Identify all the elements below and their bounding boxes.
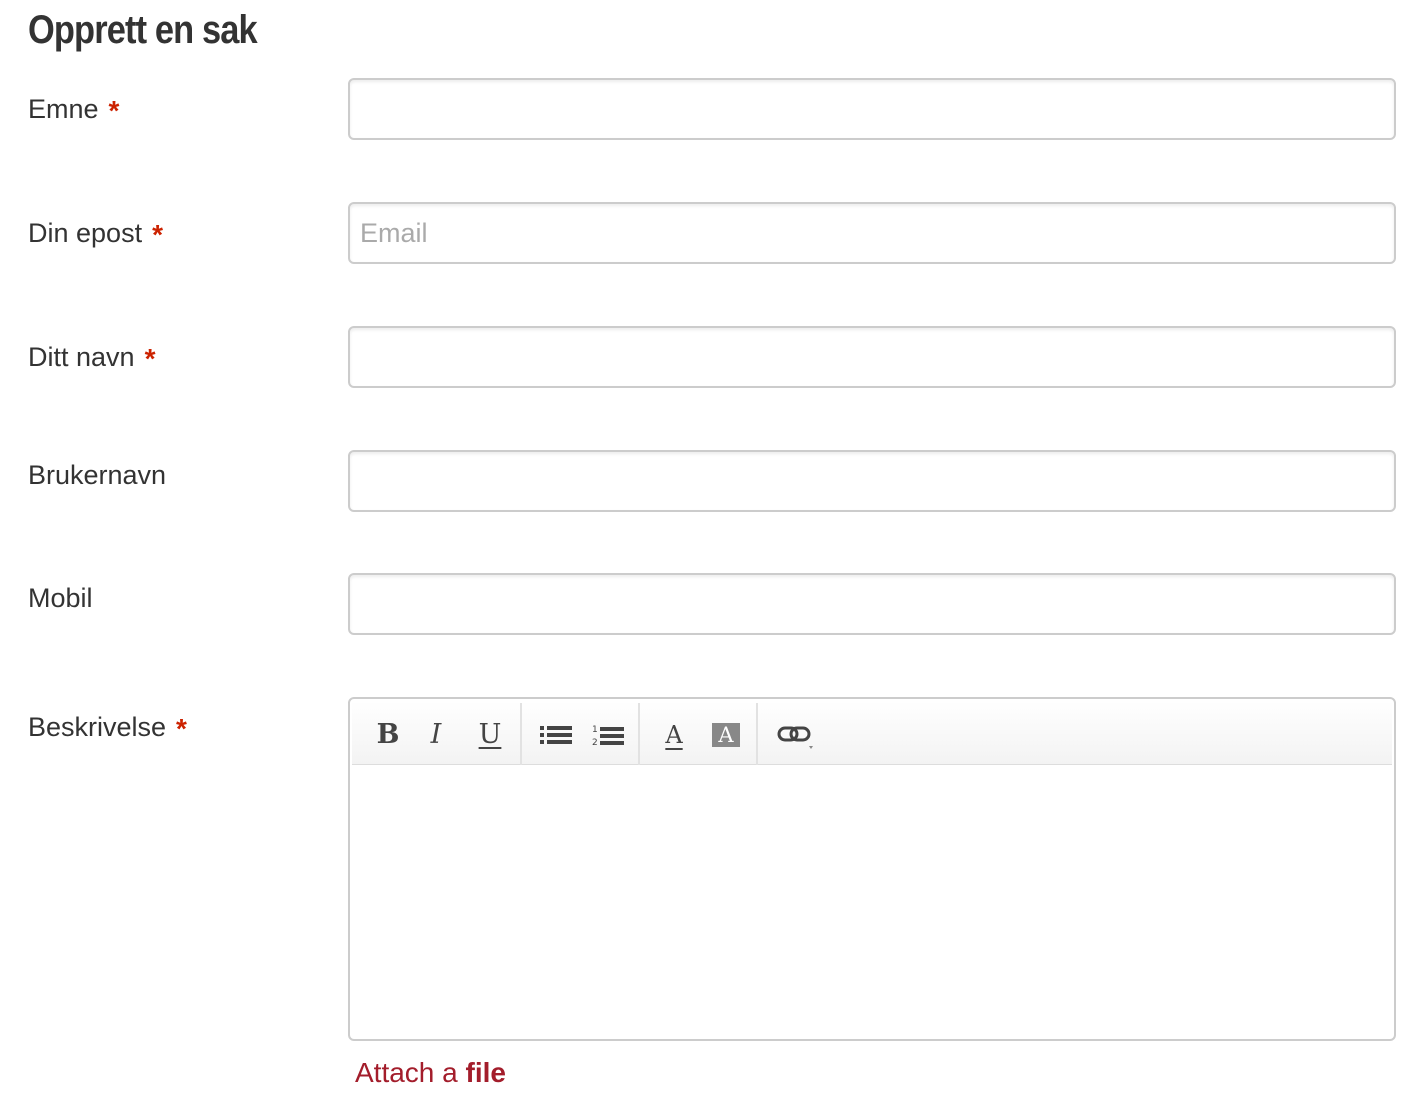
toolbar-separator [756, 703, 758, 765]
bold-icon: B [376, 719, 400, 750]
chevron-down-icon [809, 746, 813, 749]
attach-file-link[interactable]: Attach a file [355, 1055, 506, 1091]
emne-label-text: Emne [28, 94, 99, 124]
bullet-list-icon [540, 726, 572, 744]
emne-label: Emne * [28, 92, 119, 126]
beskrivelse-label-text: Beskrivelse [28, 712, 167, 742]
toolbar-separator [638, 703, 640, 765]
required-marker: * [144, 343, 156, 374]
navn-label: Ditt navn * [28, 340, 155, 374]
text-color-button[interactable]: A [654, 715, 694, 755]
mobile-input[interactable] [348, 573, 1396, 635]
create-case-page: Opprett en sak Emne * Din epost * Ditt nav… [0, 0, 1422, 1120]
attach-prefix: Attach a [355, 1057, 458, 1088]
highlight-color-icon: A [712, 723, 740, 747]
toolbar-separator [520, 703, 522, 765]
attach-emphasis: file [465, 1057, 506, 1088]
description-editor: B I U 1 2 A A [348, 697, 1396, 1041]
epost-label: Din epost * [28, 216, 163, 250]
required-marker: * [152, 219, 163, 250]
required-marker: * [108, 95, 120, 126]
link-button[interactable] [772, 715, 820, 755]
required-marker: * [176, 713, 187, 744]
navn-label-text: Ditt navn [28, 342, 135, 372]
epost-label-text: Din epost [28, 218, 143, 248]
svg-text:1: 1 [592, 725, 598, 735]
italic-button[interactable]: I [416, 715, 456, 755]
underline-icon: U [478, 719, 502, 750]
text-color-icon: A [665, 721, 683, 749]
link-icon [777, 726, 813, 749]
italic-icon: I [430, 719, 442, 750]
description-textarea[interactable] [350, 767, 1394, 1039]
svg-text:2: 2 [592, 738, 598, 747]
numbered-list-button[interactable]: 1 2 [588, 715, 628, 755]
mobil-label: Mobil [28, 583, 93, 613]
email-input[interactable] [348, 202, 1396, 264]
beskrivelse-label: Beskrivelse * [28, 710, 187, 744]
bold-button[interactable]: B [368, 715, 408, 755]
name-input[interactable] [348, 326, 1396, 388]
editor-toolbar: B I U 1 2 A A [352, 701, 1392, 765]
underline-button[interactable]: U [470, 715, 510, 755]
page-title: Opprett en sak [28, 8, 258, 52]
highlight-color-button[interactable]: A [706, 715, 746, 755]
highlight-glyph: A [718, 723, 734, 747]
username-input[interactable] [348, 450, 1396, 512]
brukernavn-label: Brukernavn [28, 460, 167, 490]
emne-input[interactable] [348, 78, 1396, 140]
numbered-list-icon: 1 2 [592, 725, 624, 747]
bullet-list-button[interactable] [536, 715, 576, 755]
